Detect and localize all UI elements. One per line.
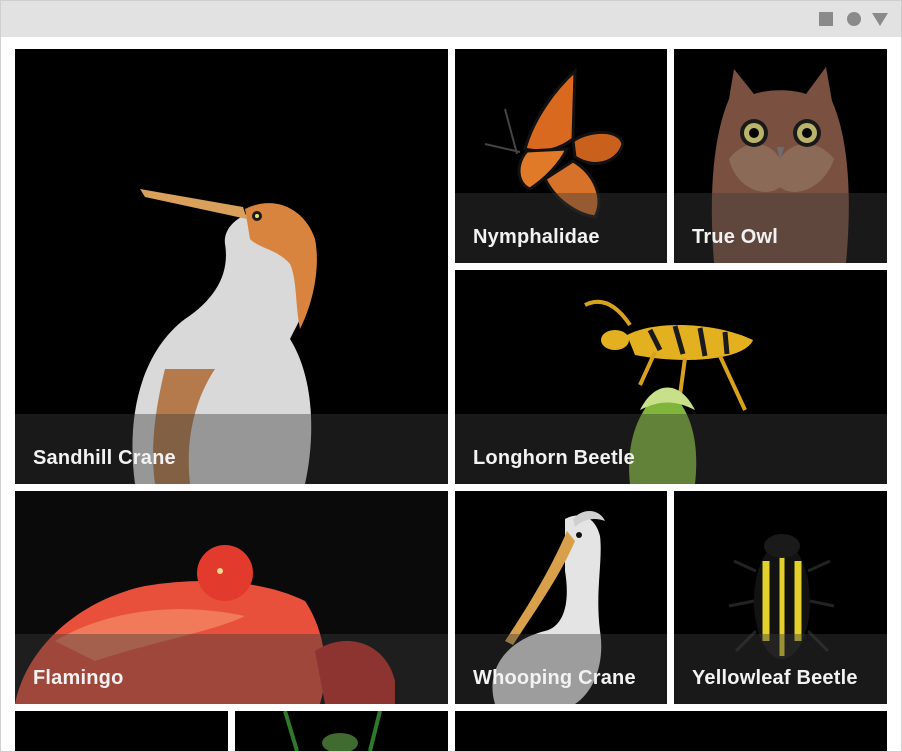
gallery-tile-nymphalidae[interactable]: Nymphalidae <box>455 49 667 263</box>
gallery-tile-partial[interactable] <box>15 711 228 751</box>
gallery-tile-yellowleaf-beetle[interactable]: Yellowleaf Beetle <box>674 491 887 704</box>
tile-label: Yellowleaf Beetle <box>692 667 858 689</box>
gallery-tile-partial[interactable] <box>235 711 448 751</box>
tile-label: Whooping Crane <box>473 667 636 689</box>
gallery-tile-flamingo[interactable]: Flamingo <box>15 491 448 704</box>
app-window: Sandhill Crane Nymphalidae True Owl Long… <box>0 0 902 752</box>
gallery-tile-longhorn-beetle[interactable]: Longhorn Beetle <box>455 270 887 484</box>
gallery-tile-true-owl[interactable]: True Owl <box>674 49 887 263</box>
circle-icon[interactable] <box>847 12 861 26</box>
tile-caption: Sandhill Crane <box>15 414 448 484</box>
tile-label: Sandhill Crane <box>33 447 176 469</box>
tile-caption: Yellowleaf Beetle <box>674 634 887 704</box>
tile-caption: Longhorn Beetle <box>455 414 887 484</box>
tile-caption: Nymphalidae <box>455 193 667 263</box>
triangle-down-icon[interactable] <box>872 13 888 26</box>
tile-label: Longhorn Beetle <box>473 447 635 469</box>
tile-caption: Whooping Crane <box>455 634 667 704</box>
tile-label: Flamingo <box>33 667 124 689</box>
plant-image <box>283 711 382 751</box>
gallery-tile-sandhill-crane[interactable]: Sandhill Crane <box>15 49 448 484</box>
tile-caption: True Owl <box>674 193 887 263</box>
gallery-tile-whooping-crane[interactable]: Whooping Crane <box>455 491 667 704</box>
tile-label: True Owl <box>692 226 779 248</box>
tile-label: Nymphalidae <box>473 226 600 248</box>
tile-caption: Flamingo <box>15 634 448 704</box>
square-icon[interactable] <box>819 12 833 26</box>
gallery-tile-partial[interactable] <box>455 711 887 751</box>
title-bar <box>1 1 901 37</box>
